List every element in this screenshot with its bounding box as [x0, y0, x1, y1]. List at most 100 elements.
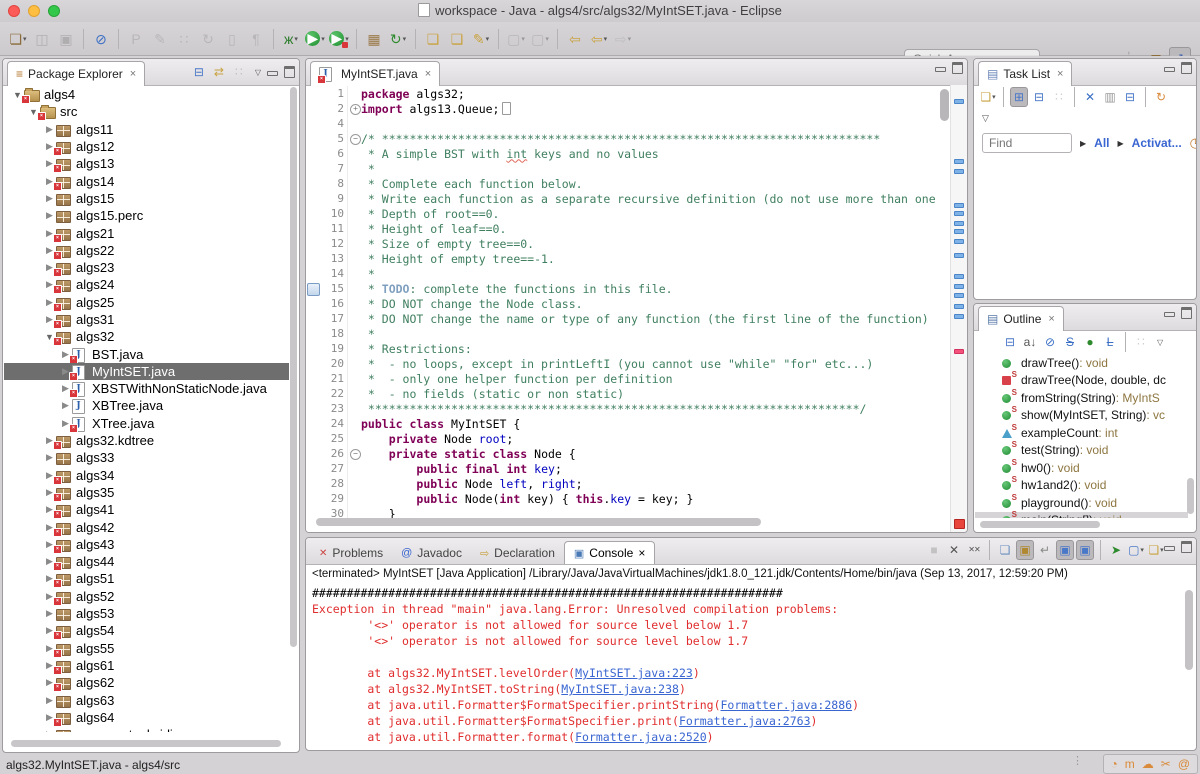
tree-item-algs42[interactable]: ▶×algs42	[4, 518, 289, 535]
outline-item-drawTree(Node, double, dc[interactable]: SdrawTree(Node, double, dc	[975, 372, 1188, 390]
info-annotation-marker[interactable]	[954, 314, 964, 319]
tree-item-XTree.java[interactable]: ▶J×XTree.java	[4, 415, 289, 432]
tab-declaration[interactable]: ⇨ Declaration	[471, 542, 564, 564]
info-annotation-marker[interactable]	[954, 293, 964, 298]
horizontal-scrollbar[interactable]	[316, 518, 761, 526]
tree-item-algs51[interactable]: ▶×algs51	[4, 570, 289, 587]
tray-drag-handle[interactable]: ⋮	[1072, 754, 1082, 767]
vertical-scrollbar[interactable]	[940, 89, 949, 121]
code-line[interactable]: 28 public Node left, right;	[306, 476, 967, 491]
close-icon[interactable]: ×	[638, 546, 645, 560]
info-annotation-marker[interactable]	[954, 159, 964, 164]
code-line[interactable]: 19 * Restrictions:	[306, 341, 967, 356]
collapse-all-outline-button[interactable]: ⊟	[1001, 332, 1019, 352]
tree-item-algs25[interactable]: ▶×algs25	[4, 294, 289, 311]
code-line[interactable]: 22 * - no fields (static or non static)	[306, 386, 967, 401]
tree-item-algs55[interactable]: ▶×algs55	[4, 640, 289, 657]
code-editor[interactable]: 1package algs32;2+import algs13.Queue;45…	[306, 86, 967, 532]
collapse-toolbar-chevron[interactable]: ▽	[982, 113, 989, 124]
minimize-view-button[interactable]	[267, 71, 278, 76]
info-annotation-marker[interactable]	[954, 221, 964, 226]
tree-item-algs15.perc[interactable]: ▶algs15.perc	[4, 207, 289, 224]
info-annotation-marker[interactable]	[954, 99, 964, 104]
synchronize-button[interactable]: ↻	[1152, 87, 1170, 107]
code-line[interactable]: 24public class MyIntSET {	[306, 416, 967, 431]
tree-item-algs44[interactable]: ▶×algs44	[4, 553, 289, 570]
outline-item-main(String[])[interactable]: Smain(String[]) : void	[975, 512, 1188, 519]
outline-item-exampleCount[interactable]: SexampleCount : int	[975, 424, 1188, 442]
info-annotation-marker[interactable]	[954, 239, 964, 244]
open-type-button[interactable]: ❏	[422, 27, 444, 51]
tree-item-algs32.kdtree[interactable]: ▶×algs32.kdtree	[4, 432, 289, 449]
expand-arrow[interactable]: ▶	[1118, 139, 1124, 148]
tree-item-algs23[interactable]: ▶×algs23	[4, 259, 289, 276]
remove-all-terminated-button[interactable]: ✕✕	[965, 540, 983, 560]
tree-item-algs14[interactable]: ▶×algs14	[4, 172, 289, 189]
stacktrace-link[interactable]: MyIntSET.java:223	[575, 666, 693, 680]
outline-item-show(MyIntSET, String)[interactable]: Sshow(MyIntSET, String) : vc	[975, 407, 1188, 425]
remove-launch-button[interactable]: ✕	[945, 540, 963, 560]
scroll-lock-button[interactable]: ▣	[1016, 540, 1034, 560]
maximize-view-button[interactable]	[1181, 307, 1192, 319]
code-line[interactable]: 12 * Size of empty tree==0.	[306, 236, 967, 251]
tree-item-algs43[interactable]: ▶×algs43	[4, 536, 289, 553]
word-wrap-button[interactable]: ↵	[1036, 540, 1054, 560]
stacktrace-link[interactable]: Formatter.java:2886	[721, 698, 853, 712]
show-stdout-button[interactable]: ▣	[1056, 540, 1074, 560]
tree-item-algs13[interactable]: ▶×algs13	[4, 155, 289, 172]
collapse-all-button[interactable]: ⊟	[190, 62, 208, 82]
tray-cut-icon[interactable]: ✂	[1161, 757, 1171, 771]
tree-item-algs24[interactable]: ▶×algs24	[4, 276, 289, 293]
expand-arrow[interactable]: ▶	[44, 124, 55, 135]
tree-item-algs54[interactable]: ▶×algs54	[4, 622, 289, 639]
close-icon[interactable]: ×	[1057, 68, 1063, 80]
code-line[interactable]: 7 *	[306, 161, 967, 176]
tree-item-algs4[interactable]: ▼×algs4	[4, 86, 289, 103]
code-line[interactable]: 14 *	[306, 266, 967, 281]
fold-collapse-icon[interactable]: −	[350, 449, 361, 460]
tray-m-icon[interactable]: m	[1125, 757, 1135, 771]
horizontal-scrollbar[interactable]	[11, 740, 281, 747]
info-annotation-marker[interactable]	[954, 211, 964, 216]
view-menu-button[interactable]: ▽	[1157, 338, 1163, 347]
info-annotation-marker[interactable]	[954, 169, 964, 174]
tree-item-algs22[interactable]: ▶×algs22	[4, 242, 289, 259]
run-last-launched-button[interactable]: ▶▾	[328, 27, 350, 51]
horizontal-scrollbar[interactable]	[980, 521, 1100, 528]
maximize-view-button[interactable]	[1181, 62, 1192, 74]
tree-item-algs34[interactable]: ▶×algs34	[4, 467, 289, 484]
expand-arrow[interactable]: ▶	[44, 608, 55, 619]
code-line[interactable]: 25 private Node root;	[306, 431, 967, 446]
outline-tab[interactable]: ▤ Outline ×	[978, 306, 1064, 331]
code-line[interactable]: 4	[306, 116, 967, 131]
sort-button[interactable]: a↓	[1021, 332, 1039, 352]
tree-item-algs21[interactable]: ▶×algs21	[4, 224, 289, 241]
tree-item-algs61[interactable]: ▶×algs61	[4, 657, 289, 674]
tree-item-algs63[interactable]: ▶algs63	[4, 691, 289, 708]
code-line[interactable]: 8 * Complete each function below.	[306, 176, 967, 191]
pin-console-button[interactable]: ➤	[1107, 540, 1125, 560]
code-line[interactable]: 17 * DO NOT change the name or type of a…	[306, 311, 967, 326]
new-java-project-button[interactable]: ▦	[363, 27, 385, 51]
tray-cloud-icon[interactable]: ☁	[1142, 757, 1154, 771]
tree-item-algs64[interactable]: ▶×algs64	[4, 709, 289, 726]
tree-item-MyIntSET.java[interactable]: ▶J×MyIntSET.java	[4, 363, 289, 380]
editor-tab[interactable]: J× MyIntSET.java ×	[310, 61, 440, 86]
outline-item-fromString(String)[interactable]: SfromString(String) : MyIntS	[975, 389, 1188, 407]
tree-item-XBSTWithNonStaticNode.java[interactable]: ▶J×XBSTWithNonStaticNode.java	[4, 380, 289, 397]
code-line[interactable]: 11 * Height of leaf==0.	[306, 221, 967, 236]
stacktrace-link[interactable]: MyIntSET.java:238	[561, 682, 679, 696]
new-wizard-button[interactable]: ❏▾	[7, 27, 29, 51]
info-annotation-marker[interactable]	[954, 253, 964, 258]
info-annotation-marker[interactable]	[954, 229, 964, 234]
open-package-button[interactable]: ❏	[446, 27, 468, 51]
back-to-last-edit-button[interactable]: ⇦	[564, 27, 586, 51]
vertical-scrollbar[interactable]	[290, 87, 297, 647]
tree-item-algs33[interactable]: ▶algs33	[4, 449, 289, 466]
tree-item-algs11[interactable]: ▶algs11	[4, 121, 289, 138]
error-annotation-marker[interactable]	[954, 519, 965, 529]
code-line[interactable]: 10 * Depth of root==0.	[306, 206, 967, 221]
filter-activated-link[interactable]: Activat...	[1132, 136, 1182, 150]
code-line[interactable]: 16 * DO NOT change the Node class.	[306, 296, 967, 311]
tree-item-algs53[interactable]: ▶algs53	[4, 605, 289, 622]
